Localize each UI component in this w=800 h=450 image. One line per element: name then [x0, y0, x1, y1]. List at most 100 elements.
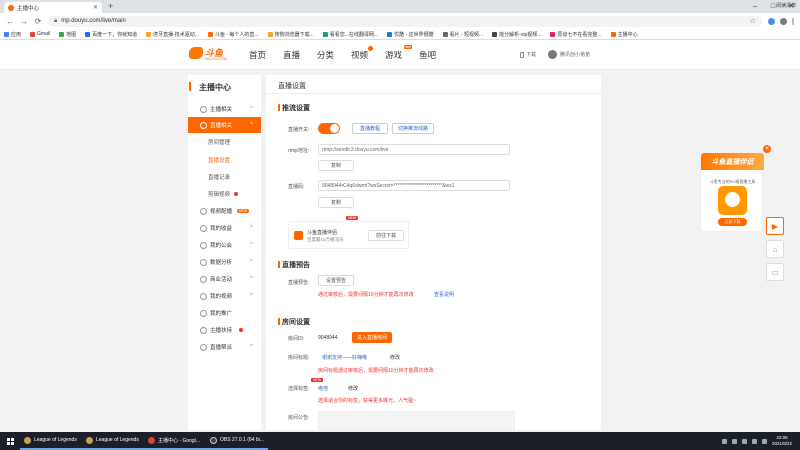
new-tab-button[interactable]: +	[108, 2, 113, 11]
copy-code-button[interactable]: 复制	[318, 197, 354, 208]
bookmark-item[interactable]: 原谅七不在看完整...	[550, 31, 602, 38]
bookmark-item[interactable]: 斗鱼 - 每个人的直...	[207, 31, 259, 38]
live-switch-toggle[interactable]	[318, 123, 340, 134]
taskbar: League of Legends League of Legends 主播中心…	[0, 432, 800, 450]
switch-line-button[interactable]: 切换推流线路	[392, 123, 434, 134]
sidebar-item-video-play[interactable]: 视频配播 NEW	[188, 203, 261, 219]
taskbar-item-lol-2[interactable]: League of Legends	[82, 432, 144, 450]
sidebar-sub-live-settings[interactable]: 直播设置	[208, 156, 230, 164]
tag-label: 选择标签:	[288, 386, 310, 392]
browser-tab[interactable]: 主播中心 ✕	[4, 2, 102, 13]
stream-code-field[interactable]: 9048944rC4q6dwrm?wsSecret=**************…	[318, 180, 510, 191]
nav-home[interactable]: 首页	[249, 49, 266, 61]
preview-help-link[interactable]: 查看说明	[434, 291, 454, 298]
play-icon[interactable]: ▶	[766, 217, 784, 235]
live-tutorial-button[interactable]: 直播教程	[352, 123, 388, 134]
site-header: 斗鱼 DOUYU.COM 首页 直播 分类 视频 游戏 鱼吧 下载 腾讯创小弟弟	[0, 40, 800, 70]
bookmark-item[interactable]: 看片 - 短视频...	[442, 31, 483, 38]
edit-tag-button[interactable]: 修改	[348, 385, 358, 392]
taskbar-item-obs[interactable]: OBS 27.0.1 (64 bi...	[206, 432, 268, 450]
sidebar-item-live[interactable]: 直播相关 ^	[188, 117, 261, 133]
clock[interactable]: 22:06 2021/8/22	[772, 435, 792, 447]
menu-icon[interactable]	[792, 17, 794, 25]
bookmark-item[interactable]: 主播中心	[610, 31, 638, 38]
sidebar-item-anchor[interactable]: 主播相关 ^	[188, 101, 261, 117]
assistant-ad[interactable]: 斗鱼直播伴侣 斗鱼专业的PC端直播工具 立即下载	[700, 152, 764, 232]
nav-fishbar[interactable]: 鱼吧	[419, 49, 436, 61]
profile-icon[interactable]	[780, 17, 787, 25]
sidebar-item-my-videos[interactable]: 我的视频 ^	[188, 288, 261, 304]
home-icon[interactable]: ⌂	[766, 240, 784, 258]
reload-icon[interactable]: ⟳	[34, 17, 42, 26]
sidebar-item-support[interactable]: 主播扶持	[188, 322, 261, 338]
sidebar-item-label: 我的公会	[210, 243, 233, 249]
nav-live[interactable]: 直播	[283, 49, 300, 61]
assistant-desc: 百度最10万播流员	[307, 237, 344, 242]
forward-icon[interactable]: →	[20, 17, 28, 26]
bookmarks-bar: 应用 Gmail 地图 百度一下，你就知道 虎牙直播-技术驱动... 斗鱼 - 每个人的直…	[0, 29, 800, 40]
back-icon[interactable]: ←	[6, 17, 14, 26]
sidebar-sub-clips[interactable]: 剪辑视频	[208, 190, 239, 198]
download-assistant-button[interactable]: 前往下载	[368, 230, 404, 241]
nav-category[interactable]: 分类	[317, 49, 334, 61]
fish-logo-icon	[189, 46, 203, 59]
minimize-icon[interactable]: –	[746, 0, 764, 13]
bookmark-item[interactable]: 优酷 - 这世界很酷	[387, 31, 434, 38]
douyu-logo[interactable]: 斗鱼 DOUYU.COM	[189, 46, 227, 61]
bookmark-item[interactable]: 虎牙直播-技术驱动...	[146, 31, 199, 38]
bookmark-item[interactable]: Gmail	[30, 31, 50, 37]
notice-label: 房间公告:	[288, 415, 310, 421]
sidebar-sub-room-manage[interactable]: 房间管理	[208, 138, 230, 146]
network-icon[interactable]	[741, 438, 747, 444]
lock-icon[interactable]: 🔒︎	[54, 18, 57, 25]
taskbar-item-label: League of Legends	[34, 437, 77, 443]
screen-icon[interactable]: ▭	[766, 263, 784, 281]
copy-rtmp-button[interactable]: 复制	[318, 160, 354, 171]
sidebar-sub-live-records[interactable]: 直播记录	[208, 173, 230, 181]
room-id-label: 房间ID:	[288, 336, 305, 342]
play-logo-icon	[294, 231, 303, 240]
live-switch-label: 直播开关:	[288, 127, 310, 133]
user-menu[interactable]: 腾讯创小弟弟	[548, 50, 590, 59]
taskbar-item-chrome[interactable]: 主播中心 - Googl...	[144, 432, 206, 450]
windows-start-icon[interactable]	[0, 432, 20, 450]
bookmark-item[interactable]: 应用	[4, 31, 21, 38]
rtmp-address-field[interactable]: rtmp://sendtc3.douyu.com/live	[318, 144, 510, 155]
assistant-card: 斗鱼直播伴侣 百度最10万播流员 前往下载	[288, 221, 409, 249]
sidebar-item-gang[interactable]: 直播帮派 ^	[188, 339, 261, 355]
volume-icon[interactable]	[751, 438, 757, 444]
chevron-up-icon: ^	[250, 276, 253, 282]
close-tab-icon[interactable]: ✕	[93, 4, 98, 11]
tray-icon[interactable]	[721, 438, 727, 444]
tray-icon[interactable]	[731, 438, 737, 444]
nav-video[interactable]: 视频	[351, 46, 374, 61]
close-ad-icon[interactable]: ✕	[763, 145, 771, 153]
ime-icon[interactable]	[761, 438, 767, 444]
sidebar: 主播中心 主播相关 ^ 直播相关 ^ 房间管理 直播设置 直播记录 剪辑视频 视…	[188, 75, 261, 430]
ad-download-button[interactable]: 立即下载	[718, 218, 747, 226]
bookmark-item[interactable]: 百度一下，你就知道	[85, 31, 137, 38]
taskbar-item-lol-1[interactable]: League of Legends	[20, 432, 82, 450]
bookmark-star-icon[interactable]: ☆	[750, 17, 756, 25]
reading-list-button[interactable]: 阅读清单	[776, 2, 796, 9]
url-text[interactable]: mp.douyu.com/live/main	[61, 18, 746, 24]
bookmark-label: 原谅七不在看完整...	[557, 31, 602, 38]
set-preview-button[interactable]: 设置预告	[318, 275, 354, 286]
bookmark-item[interactable]: 能分解析-vip视频...	[492, 31, 541, 38]
bookmark-item[interactable]: 搜狗浏览器下载...	[267, 31, 314, 38]
room-notice-textarea[interactable]	[318, 411, 515, 430]
sidebar-item-promotion[interactable]: 我的推广	[188, 305, 261, 321]
url-field[interactable]: 🔒︎ mp.douyu.com/live/main ☆	[48, 15, 762, 27]
sidebar-item-analytics[interactable]: 数据分析 ^	[188, 254, 261, 270]
sidebar-item-guild[interactable]: 我的公会 ^	[188, 237, 261, 253]
enter-room-button[interactable]: 进入直播房间	[352, 332, 392, 343]
nav-game[interactable]: 游戏	[385, 45, 413, 61]
extension-icon[interactable]	[768, 17, 775, 25]
bookmark-item[interactable]: 地图	[59, 31, 76, 38]
edit-title-button[interactable]: 修改	[390, 354, 400, 361]
download-link[interactable]: 下载	[520, 51, 536, 58]
sidebar-item-business[interactable]: 商业活动 ^	[188, 271, 261, 287]
sidebar-item-earnings[interactable]: 我的收益 ^	[188, 220, 261, 236]
bookmark-item[interactable]: 看看您...在线翻译网...	[322, 31, 378, 38]
phone-icon	[520, 51, 524, 58]
